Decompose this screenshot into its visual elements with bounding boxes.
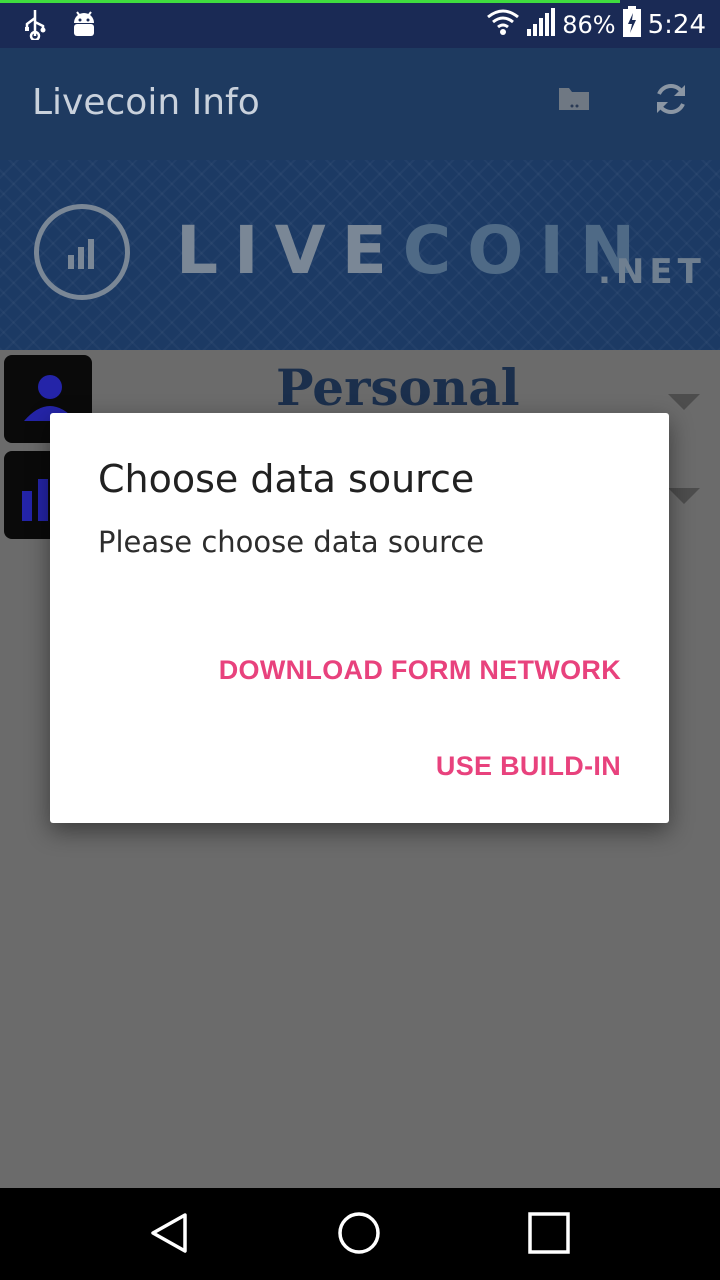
app-bar: Livecoin Info — [0, 48, 720, 160]
refresh-icon — [652, 80, 690, 123]
brand-live: LIVE — [176, 212, 403, 289]
chevron-down-icon[interactable] — [668, 394, 700, 410]
folder-button[interactable] — [552, 78, 596, 122]
chevron-down-icon[interactable] — [668, 488, 700, 504]
dialog-title: Choose data source — [98, 457, 475, 501]
refresh-button[interactable] — [646, 76, 696, 126]
status-progress-line — [0, 0, 620, 3]
personal-label[interactable]: Personal — [276, 358, 520, 417]
wifi-icon — [486, 8, 520, 41]
dialog-message: Please choose data source — [98, 525, 485, 559]
recent-apps-button[interactable] — [524, 1210, 574, 1260]
navigation-bar — [0, 1188, 720, 1280]
battery-percent: 86% — [562, 10, 616, 39]
app-title: Livecoin Info — [32, 82, 260, 123]
recent-apps-icon — [527, 1211, 571, 1260]
livecoin-banner: LIVECOIN .NET — [0, 160, 720, 350]
battery-icon — [622, 6, 642, 43]
clock: 5:24 — [647, 9, 706, 40]
back-icon — [147, 1211, 191, 1260]
use-built-in-button[interactable]: USE BUILD-IN — [436, 751, 621, 782]
choose-data-source-dialog: Choose data source Please choose data so… — [50, 413, 669, 823]
usb-icon — [22, 8, 48, 45]
brand-net: .NET — [598, 252, 706, 292]
home-icon — [336, 1210, 382, 1261]
back-button[interactable] — [144, 1210, 194, 1260]
livecoin-logo-icon — [34, 204, 130, 300]
download-from-network-button[interactable]: DOWNLOAD FORM NETWORK — [219, 655, 621, 686]
livecoin-wordmark: LIVECOIN — [176, 212, 651, 289]
status-bar: 86% 5:24 — [0, 0, 720, 48]
android-debug-icon — [70, 9, 98, 44]
signal-icon — [526, 7, 556, 42]
home-button[interactable] — [334, 1210, 384, 1260]
folder-icon — [558, 85, 590, 116]
